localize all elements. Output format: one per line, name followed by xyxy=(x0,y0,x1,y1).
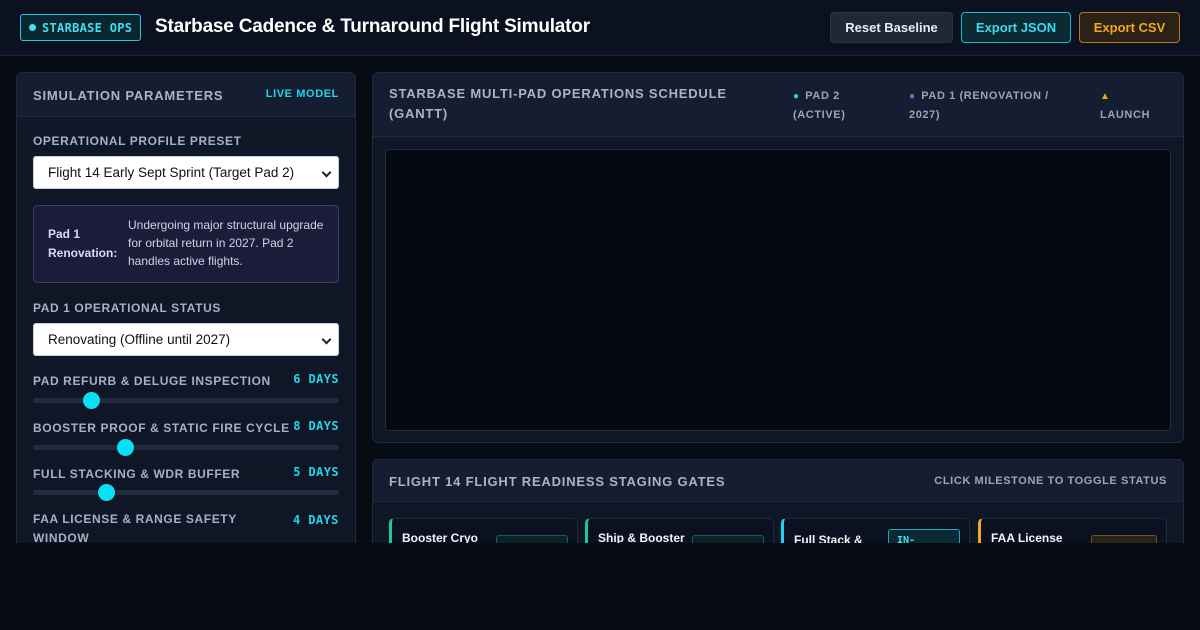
top-bar: STARBASE OPS Starbase Cadence & Turnarou… xyxy=(0,0,1200,56)
chevron-down-icon xyxy=(321,167,332,178)
legend-pad1-label: Pad 1 (Renovation / 2027) xyxy=(909,90,1049,121)
legend-pad2: ● Pad 2 (Active) xyxy=(793,87,883,124)
gantt-panel: Starbase Multi-Pad Operations Schedule (… xyxy=(372,72,1184,443)
legend-launch-label: Launch xyxy=(1100,109,1151,121)
slider-value: 8 DAYS xyxy=(293,419,339,433)
pad2-dot-icon: ● xyxy=(793,91,800,102)
pad-refurb-slider-row: Pad Refurb & Deluge Inspection 6 DAYS xyxy=(33,372,339,412)
renovation-notice-label: Pad 1 Renovation: xyxy=(48,227,118,260)
pad-refurb-slider[interactable] xyxy=(33,392,339,409)
staging-gates-hint: Click milestone to toggle status xyxy=(934,475,1167,487)
reset-baseline-button[interactable]: Reset Baseline xyxy=(830,12,953,43)
brand-badge-text: STARBASE OPS xyxy=(42,20,133,35)
export-json-button[interactable]: Export JSON xyxy=(961,12,1071,43)
slider-thumb[interactable] xyxy=(83,392,101,409)
status-dot-icon xyxy=(29,24,36,31)
stacking-wdr-slider[interactable] xyxy=(33,484,339,501)
launch-triangle-icon: ▲ xyxy=(1100,91,1111,102)
pad1-dot-icon: ● xyxy=(909,91,916,102)
renovation-notice-text: Undergoing major structural upgrade for … xyxy=(128,218,324,268)
slider-value: 4 DAYS xyxy=(293,513,339,527)
preset-label: Operational Profile Preset xyxy=(33,134,242,148)
slider-label: Booster Proof & Static Fire Cycle xyxy=(33,421,290,435)
slider-label: Full Stacking & WDR Buffer xyxy=(33,467,241,481)
staging-gates-title: Flight 14 Flight Readiness Staging Gates xyxy=(389,474,726,489)
booster-proof-slider-row: Booster Proof & Static Fire Cycle 8 DAYS xyxy=(33,419,339,459)
slider-thumb[interactable] xyxy=(116,439,134,456)
pad1-status-select[interactable]: Renovating (Offline until 2027) xyxy=(33,323,339,356)
legend-pad2-label: Pad 2 (Active) xyxy=(793,90,846,121)
slider-value: 6 DAYS xyxy=(293,372,339,386)
staging-gates-header: Flight 14 Flight Readiness Staging Gates… xyxy=(373,460,1183,502)
preset-select-value: Flight 14 Early Sept Sprint (Target Pad … xyxy=(48,165,295,180)
live-model-tag: LIVE MODEL xyxy=(265,88,339,100)
simulation-parameters-panel: Simulation Parameters LIVE MODEL Operati… xyxy=(16,72,356,552)
page-background xyxy=(0,543,1200,630)
renovation-notice: Pad 1 Renovation: Undergoing major struc… xyxy=(33,205,339,283)
preset-select[interactable]: Flight 14 Early Sept Sprint (Target Pad … xyxy=(33,156,339,189)
booster-proof-slider[interactable] xyxy=(33,439,339,456)
app-title: Starbase Cadence & Turnaround Flight Sim… xyxy=(155,16,590,37)
legend-pad1: ● Pad 1 (Renovation / 2027) xyxy=(909,87,1069,124)
gantt-chart-area[interactable] xyxy=(385,149,1171,431)
gantt-title: Starbase Multi-Pad Operations Schedule (… xyxy=(389,86,727,121)
slider-label: Pad Refurb & Deluge Inspection xyxy=(33,374,271,388)
legend-launch: ▲ Launch xyxy=(1100,87,1170,124)
export-csv-button[interactable]: Export CSV xyxy=(1079,12,1180,43)
simulation-parameters-header: Simulation Parameters LIVE MODEL xyxy=(17,73,355,117)
gantt-header: Starbase Multi-Pad Operations Schedule (… xyxy=(373,73,1183,137)
chevron-down-icon xyxy=(321,334,332,345)
slider-thumb[interactable] xyxy=(98,484,116,501)
pad1-status-label: Pad 1 Operational Status xyxy=(33,301,221,315)
brand-badge: STARBASE OPS xyxy=(20,14,142,41)
pad1-status-select-value: Renovating (Offline until 2027) xyxy=(48,332,231,347)
stacking-wdr-slider-row: Full Stacking & WDR Buffer 5 DAYS xyxy=(33,465,339,505)
simulation-parameters-title: Simulation Parameters xyxy=(33,88,224,103)
slider-value: 5 DAYS xyxy=(293,465,339,479)
